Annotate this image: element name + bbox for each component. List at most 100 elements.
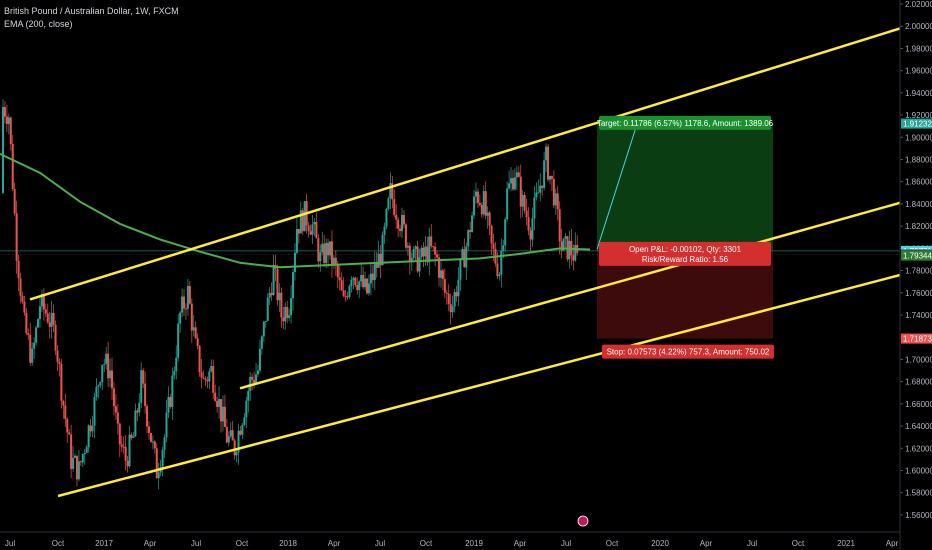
candle-body — [408, 245, 411, 263]
candle-body — [465, 246, 468, 268]
y-tick-label: 1.62000 — [905, 444, 932, 453]
candle-body — [17, 260, 20, 279]
candle-body — [521, 194, 524, 207]
y-tick-label: 1.58000 — [905, 489, 932, 498]
candle-body — [381, 234, 384, 266]
y-tick-label: 1.82000 — [905, 222, 932, 231]
candle-body — [523, 194, 526, 211]
candle-body — [350, 279, 353, 287]
candle-body — [190, 303, 193, 331]
candle-body — [449, 304, 452, 313]
candle-body — [83, 452, 86, 455]
candle-body — [37, 319, 40, 328]
candle-body — [354, 277, 357, 286]
candle-body — [474, 191, 477, 197]
y-tick-label: 1.68000 — [905, 378, 932, 387]
price-chart[interactable]: Target: 0.11786 (6.57%) 1178.6, Amount: … — [0, 0, 932, 550]
candle-body — [19, 278, 22, 296]
price-badge-label: 1.71873 — [903, 335, 932, 344]
candle-body — [399, 228, 402, 232]
candle-body — [428, 236, 431, 263]
candle-body — [48, 322, 51, 327]
candle-body — [319, 252, 322, 262]
x-tick-label: Jul — [191, 539, 201, 548]
candle-body — [235, 452, 238, 456]
candle-body — [27, 333, 30, 336]
x-tick-label: Oct — [792, 539, 805, 548]
candle-body — [276, 268, 279, 301]
candle-body — [397, 219, 400, 229]
candle-body — [144, 383, 147, 407]
candle-body — [198, 345, 201, 373]
candle-body — [297, 229, 300, 234]
candle-body — [336, 264, 339, 278]
candle-body — [50, 313, 53, 327]
candle-body — [402, 214, 405, 225]
x-tick-label: Oct — [420, 539, 433, 548]
candle-body — [227, 436, 230, 443]
candle-body — [151, 441, 154, 443]
candle-body — [517, 172, 520, 177]
candle-body — [554, 193, 557, 206]
y-tick-label: 1.86000 — [905, 178, 932, 187]
candle-body — [112, 388, 115, 407]
candle-body — [75, 455, 78, 480]
candle-body — [9, 117, 12, 145]
candle-body — [480, 205, 483, 215]
candle-body — [367, 283, 370, 294]
candle-body — [241, 424, 244, 435]
candle-body — [136, 410, 139, 413]
candle-body — [29, 335, 32, 363]
candle-body — [118, 423, 121, 445]
candle-body — [2, 107, 4, 193]
candle-body — [352, 277, 355, 280]
candle-body — [13, 189, 16, 214]
candle-body — [418, 257, 421, 272]
candle-body — [256, 370, 259, 375]
candle-body — [315, 221, 318, 239]
candle-body — [564, 236, 567, 239]
candle-body — [233, 440, 236, 456]
candle-body — [149, 432, 152, 442]
candle-body — [171, 375, 174, 407]
candle-body — [496, 263, 499, 277]
candle-body — [229, 430, 232, 437]
candle-body — [486, 212, 489, 216]
candle-body — [196, 338, 199, 346]
candle-body — [85, 447, 88, 453]
candle-body — [25, 312, 28, 334]
candle-body — [323, 243, 326, 263]
candle-body — [266, 297, 269, 321]
candle-body — [303, 201, 306, 232]
candle-body — [212, 366, 215, 393]
target-zone — [597, 123, 773, 251]
y-tick-label: 2.02000 — [905, 0, 932, 9]
candle-body — [268, 292, 271, 298]
candle-body — [508, 183, 511, 189]
candle-body — [243, 417, 246, 425]
candle-body — [280, 292, 283, 318]
candle-body — [447, 293, 450, 305]
candle-body — [371, 273, 374, 281]
candle-body — [537, 192, 540, 194]
candle-body — [457, 279, 460, 297]
candle-body — [89, 425, 92, 432]
candle-body — [253, 379, 256, 383]
candle-body — [223, 406, 226, 427]
candle-body — [155, 448, 158, 479]
candle-body — [270, 292, 273, 296]
candle-body — [375, 263, 378, 268]
candle-body — [77, 461, 80, 480]
candle-body — [543, 160, 546, 188]
candle-body — [317, 238, 320, 262]
candle-body — [140, 370, 143, 403]
candle-body — [556, 193, 559, 210]
indicator-label[interactable]: EMA (200, close) — [4, 19, 73, 29]
candle-body — [330, 241, 333, 265]
candle-body — [186, 286, 189, 309]
candle-body — [87, 425, 90, 448]
candle-body — [79, 461, 82, 463]
candle-body — [208, 371, 211, 382]
candle-body — [453, 292, 456, 307]
candle-body — [422, 247, 425, 257]
